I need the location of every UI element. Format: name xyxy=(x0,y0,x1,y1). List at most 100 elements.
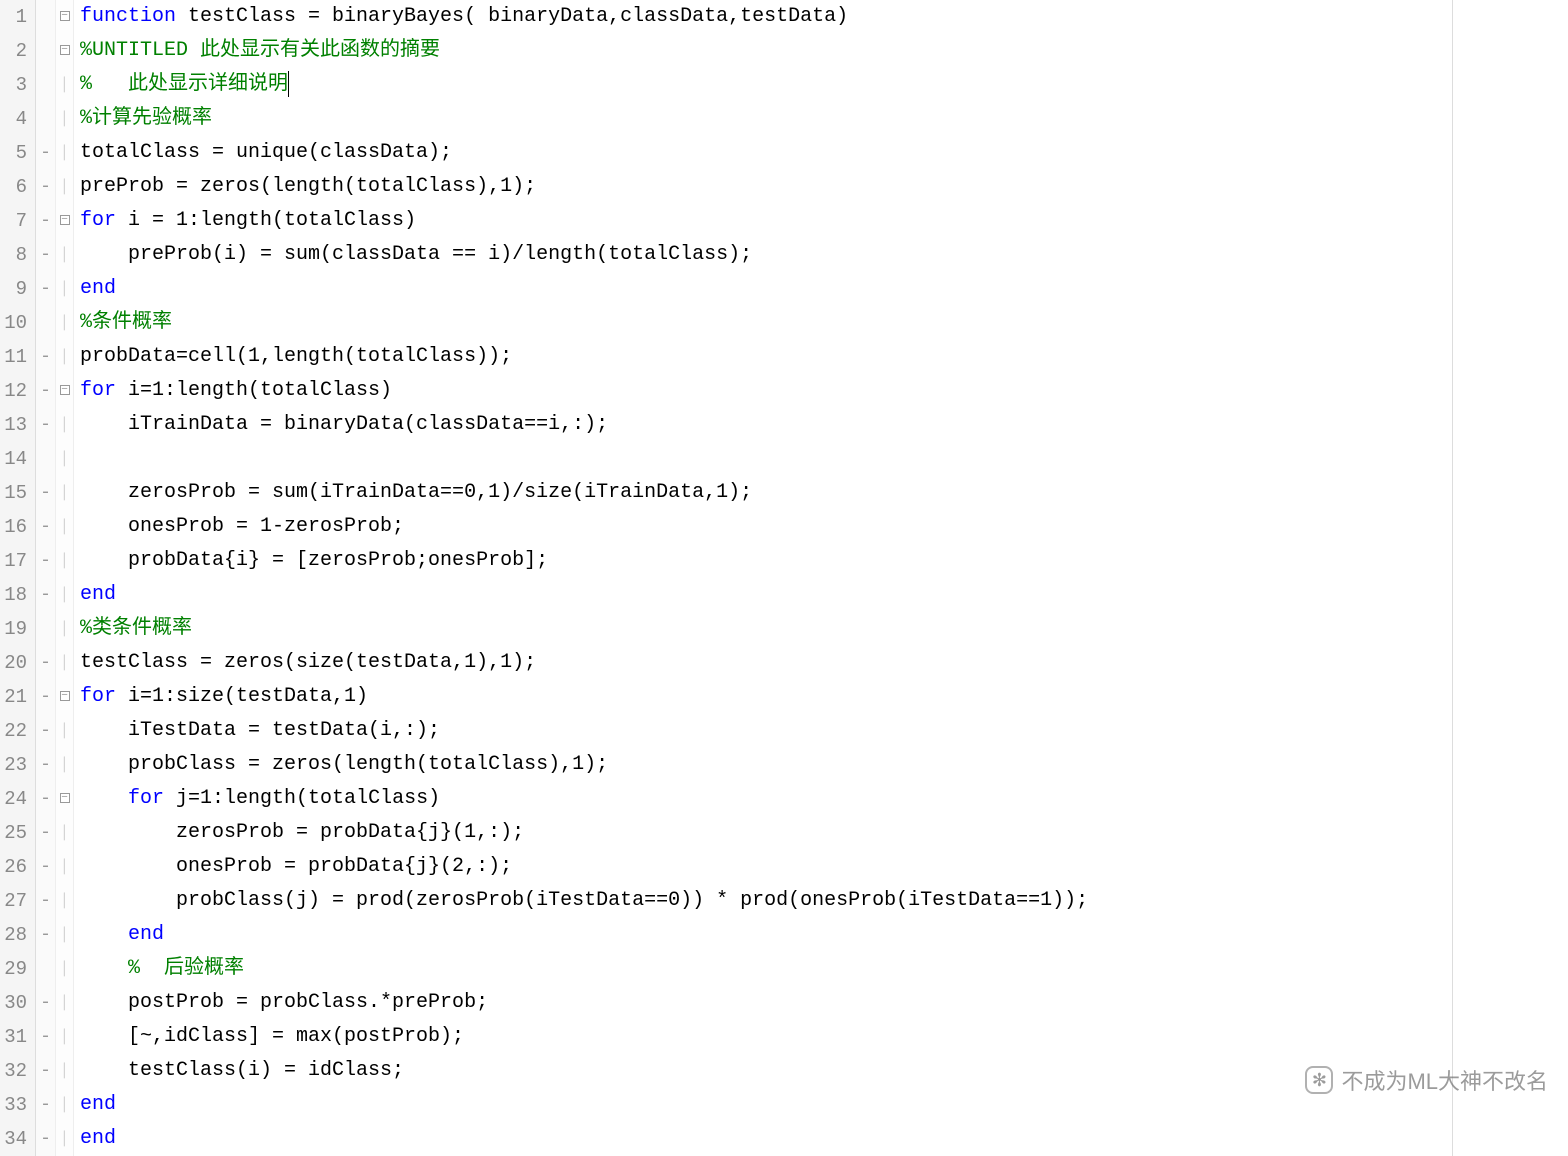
code-line[interactable]: end xyxy=(80,1122,1568,1156)
fold-column[interactable]: −−││││−││││−││││││││−││−││││││││││ xyxy=(56,0,74,1156)
code-area[interactable]: function testClass = binaryBayes( binary… xyxy=(74,0,1568,1156)
fold-line: │ xyxy=(56,1088,73,1122)
code-line[interactable]: %计算先验概率 xyxy=(80,102,1568,136)
line-number: 16 xyxy=(0,510,27,544)
code-line[interactable]: onesProb = 1-zerosProb; xyxy=(80,510,1568,544)
line-number: 8 xyxy=(0,238,27,272)
breakpoint-marker[interactable] xyxy=(36,612,55,646)
text-cursor xyxy=(288,71,289,97)
code-line[interactable]: %UNTITLED 此处显示有关此函数的摘要 xyxy=(80,34,1568,68)
ruler-line xyxy=(1452,0,1453,1156)
breakpoint-marker[interactable]: - xyxy=(36,544,55,578)
breakpoint-marker[interactable]: - xyxy=(36,748,55,782)
line-number: 20 xyxy=(0,646,27,680)
breakpoint-marker[interactable] xyxy=(36,0,55,34)
breakpoint-marker[interactable]: - xyxy=(36,1122,55,1156)
breakpoint-marker[interactable] xyxy=(36,306,55,340)
breakpoint-column[interactable]: -------------------------- xyxy=(36,0,56,1156)
code-line[interactable]: preProb(i) = sum(classData == i)/length(… xyxy=(80,238,1568,272)
breakpoint-marker[interactable]: - xyxy=(36,884,55,918)
line-number: 24 xyxy=(0,782,27,816)
code-line[interactable]: probData=cell(1,length(totalClass)); xyxy=(80,340,1568,374)
fold-toggle-icon[interactable]: − xyxy=(56,374,73,408)
code-line[interactable]: %类条件概率 xyxy=(80,612,1568,646)
breakpoint-marker[interactable]: - xyxy=(36,204,55,238)
code-line[interactable]: % 此处显示详细说明 xyxy=(80,68,1568,102)
code-line[interactable]: end xyxy=(80,578,1568,612)
breakpoint-marker[interactable]: - xyxy=(36,272,55,306)
fold-line: │ xyxy=(56,646,73,680)
breakpoint-marker[interactable]: - xyxy=(36,918,55,952)
fold-line: │ xyxy=(56,816,73,850)
code-line[interactable]: % 后验概率 xyxy=(80,952,1568,986)
breakpoint-marker[interactable]: - xyxy=(36,986,55,1020)
code-line[interactable]: iTrainData = binaryData(classData==i,:); xyxy=(80,408,1568,442)
breakpoint-marker[interactable]: - xyxy=(36,782,55,816)
code-line[interactable]: end xyxy=(80,272,1568,306)
breakpoint-marker[interactable] xyxy=(36,34,55,68)
code-line[interactable]: preProb = zeros(length(totalClass),1); xyxy=(80,170,1568,204)
code-line[interactable]: %条件概率 xyxy=(80,306,1568,340)
code-line[interactable] xyxy=(80,442,1568,476)
code-line[interactable]: zerosProb = probData{j}(1,:); xyxy=(80,816,1568,850)
breakpoint-marker[interactable]: - xyxy=(36,578,55,612)
fold-line: │ xyxy=(56,102,73,136)
code-line[interactable]: function testClass = binaryBayes( binary… xyxy=(80,0,1568,34)
fold-line: │ xyxy=(56,952,73,986)
breakpoint-marker[interactable]: - xyxy=(36,170,55,204)
breakpoint-marker[interactable] xyxy=(36,442,55,476)
line-number: 18 xyxy=(0,578,27,612)
fold-line: │ xyxy=(56,748,73,782)
watermark-text: 不成为ML大神不改名 xyxy=(1341,1064,1548,1096)
code-editor[interactable]: 1234567891011121314151617181920212223242… xyxy=(0,0,1568,1156)
line-number: 26 xyxy=(0,850,27,884)
code-line[interactable]: probClass(j) = prod(zerosProb(iTestData=… xyxy=(80,884,1568,918)
breakpoint-marker[interactable]: - xyxy=(36,714,55,748)
breakpoint-marker[interactable] xyxy=(36,952,55,986)
line-number: 19 xyxy=(0,612,27,646)
breakpoint-marker[interactable]: - xyxy=(36,1020,55,1054)
fold-line: │ xyxy=(56,272,73,306)
breakpoint-marker[interactable]: - xyxy=(36,680,55,714)
line-number: 7 xyxy=(0,204,27,238)
breakpoint-marker[interactable] xyxy=(36,102,55,136)
code-line[interactable]: probClass = zeros(length(totalClass),1); xyxy=(80,748,1568,782)
fold-toggle-icon[interactable]: − xyxy=(56,680,73,714)
fold-line: │ xyxy=(56,68,73,102)
breakpoint-marker[interactable]: - xyxy=(36,340,55,374)
line-number: 31 xyxy=(0,1020,27,1054)
fold-toggle-icon[interactable]: − xyxy=(56,204,73,238)
code-line[interactable]: probData{i} = [zerosProb;onesProb]; xyxy=(80,544,1568,578)
breakpoint-marker[interactable]: - xyxy=(36,816,55,850)
fold-toggle-icon[interactable]: − xyxy=(56,34,73,68)
breakpoint-marker[interactable]: - xyxy=(36,136,55,170)
breakpoint-marker[interactable]: - xyxy=(36,238,55,272)
breakpoint-marker[interactable]: - xyxy=(36,1088,55,1122)
breakpoint-marker[interactable]: - xyxy=(36,408,55,442)
breakpoint-marker[interactable]: - xyxy=(36,646,55,680)
code-line[interactable]: [~,idClass] = max(postProb); xyxy=(80,1020,1568,1054)
code-line[interactable]: for i=1:length(totalClass) xyxy=(80,374,1568,408)
breakpoint-marker[interactable]: - xyxy=(36,850,55,884)
fold-line: │ xyxy=(56,1122,73,1156)
code-line[interactable]: for i = 1:length(totalClass) xyxy=(80,204,1568,238)
code-line[interactable]: end xyxy=(80,918,1568,952)
breakpoint-marker[interactable]: - xyxy=(36,1054,55,1088)
code-line[interactable]: for j=1:length(totalClass) xyxy=(80,782,1568,816)
code-line[interactable]: onesProb = probData{j}(2,:); xyxy=(80,850,1568,884)
code-line[interactable]: iTestData = testData(i,:); xyxy=(80,714,1568,748)
code-line[interactable]: postProb = probClass.*preProb; xyxy=(80,986,1568,1020)
code-line[interactable]: for i=1:size(testData,1) xyxy=(80,680,1568,714)
breakpoint-marker[interactable]: - xyxy=(36,510,55,544)
code-line[interactable]: zerosProb = sum(iTrainData==0,1)/size(iT… xyxy=(80,476,1568,510)
code-line[interactable]: totalClass = unique(classData); xyxy=(80,136,1568,170)
code-line[interactable]: testClass = zeros(size(testData,1),1); xyxy=(80,646,1568,680)
fold-toggle-icon[interactable]: − xyxy=(56,0,73,34)
fold-toggle-icon[interactable]: − xyxy=(56,782,73,816)
breakpoint-marker[interactable]: - xyxy=(36,476,55,510)
line-number: 33 xyxy=(0,1088,27,1122)
breakpoint-marker[interactable]: - xyxy=(36,374,55,408)
line-number: 5 xyxy=(0,136,27,170)
line-number: 12 xyxy=(0,374,27,408)
breakpoint-marker[interactable] xyxy=(36,68,55,102)
